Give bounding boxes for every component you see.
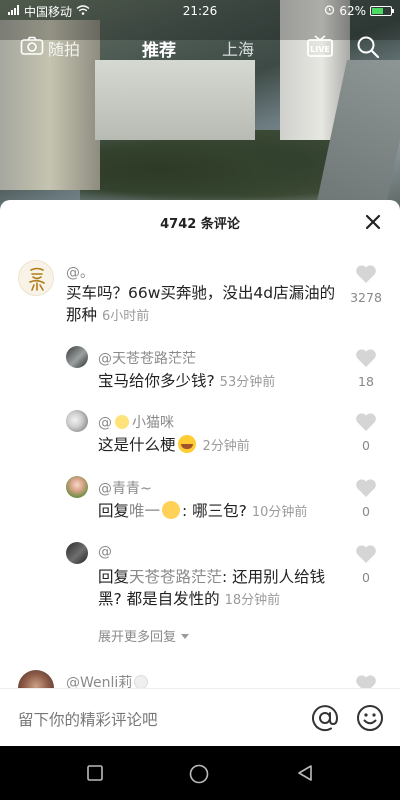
smile-icon [357,705,383,731]
rabbit-emoji-icon [134,675,149,689]
live-button[interactable]: LIVE [306,34,334,62]
like-button[interactable]: 0 [348,412,384,453]
tab-recommend[interactable]: 推荐 [142,36,176,61]
reply-username[interactable]: @ 小猫咪 [98,412,174,432]
comment-time: 6小时前 [101,309,150,324]
system-nav-bar [0,746,400,800]
like-button[interactable]: 18 [348,348,384,389]
video-building-center [95,60,255,140]
at-icon [312,705,339,732]
emoji-button[interactable] [356,704,384,736]
signal-icon [8,4,20,18]
reply-item[interactable]: @ 小猫咪 这是什么梗 2分钟前 0 [0,410,400,470]
heart-icon [356,349,376,367]
live-tv-icon: LIVE [307,35,333,57]
caret-down-icon [180,630,190,645]
reply-text: 宝马给你多少钱? 53分钟前 [98,370,348,394]
chick-emoji-icon [115,415,129,429]
reply-username[interactable]: @天苍苍路茫茫 [98,348,196,368]
live-label: LIVE [310,45,330,54]
avatar[interactable] [66,476,88,498]
reply-text: 回复天苍苍路茫茫: 还用别人给钱黑? 都是自发性的 18分钟前 [98,566,348,612]
reply-time: 18分钟前 [224,593,281,608]
reply-time: 2分钟前 [202,439,250,454]
comment-text: 买车吗？66w买奔驰，没出4d店漏油的那种 6小时前 [66,282,336,328]
tab-city[interactable]: 上海 [222,36,254,60]
reply-body: : 哪三包? [182,502,247,520]
camera-label: 随拍 [48,40,81,59]
reply-to-username[interactable]: 天苍苍路茫茫 [129,568,222,586]
like-button[interactable]: 0 [348,478,384,519]
reply-item[interactable]: @天苍苍路茫茫 宝马给你多少钱? 53分钟前 18 [0,346,400,406]
reply-username[interactable]: @青青~ [98,478,152,498]
heart-icon [356,265,376,283]
like-count: 0 [362,438,370,453]
back-button[interactable] [296,764,314,786]
recent-apps-button[interactable] [86,764,104,786]
battery-icon [370,6,394,16]
home-button[interactable] [189,764,209,788]
reply-text: 这是什么梗 2分钟前 [98,434,348,458]
reply-body: 宝马给你多少钱? [98,372,215,390]
avatar[interactable] [18,260,54,296]
expand-replies-label: 展开更多回复 [98,630,177,645]
like-button[interactable]: 0 [348,544,384,585]
avatar[interactable] [66,410,88,432]
carrier-label: 中国移动 [24,4,73,19]
reply-username[interactable]: @ [98,544,112,560]
status-bar: 中国移动 21:26 62% [0,0,400,22]
back-triangle-icon [298,765,312,781]
heart-icon [356,545,376,563]
calligraphy-avatar-icon [29,267,45,291]
comment-input[interactable]: 留下你的精彩评论吧 [18,708,158,730]
wifi-icon [76,4,90,18]
reply-body: 这是什么梗 [98,436,176,454]
reply-item[interactable]: @ 回复天苍苍路茫茫: 还用别人给钱黑? 都是自发性的 18分钟前 0 [0,542,400,622]
close-icon [365,214,381,230]
search-button[interactable] [356,35,380,63]
like-count: 18 [358,374,374,389]
reply-to-username[interactable]: 唯一 [129,502,160,520]
like-count: 0 [362,570,370,585]
alarm-icon [324,4,335,18]
search-icon [357,36,380,59]
camera-button[interactable]: 随拍 [20,36,80,60]
square-icon [87,765,103,781]
laughing-emoji-icon [177,435,196,453]
camera-icon [20,36,44,60]
mention-button[interactable] [311,704,339,736]
reply-prefix: 回复 [98,568,130,586]
like-count: 3278 [350,290,382,305]
expand-replies-button[interactable]: 展开更多回复 [98,626,190,645]
heart-icon [356,479,376,497]
like-button[interactable]: 3278 [348,264,384,305]
avatar[interactable] [66,346,88,368]
video-trees [80,130,340,210]
comment-item[interactable]: @。 买车吗？66w买奔驰，没出4d店漏油的那种 6小时前 3278 [0,260,400,350]
circle-icon [189,764,209,784]
battery-fill [372,8,384,14]
heart-icon [356,413,376,431]
reply-username-at: @ [98,415,112,431]
top-nav: 随拍 推荐 上海 LIVE [0,28,400,68]
reply-username-suffix: 小猫咪 [132,415,174,431]
close-button[interactable] [364,213,382,231]
comment-count-title: 4742 条评论 [160,216,240,232]
crying-emoji-icon [162,501,181,519]
reply-time: 10分钟前 [251,505,308,520]
comments-sheet: 4742 条评论 @。 买车吗？66w买奔驰，没出4d店漏油的那种 6小时前 3… [0,200,400,746]
comment-username[interactable]: @。 [66,262,94,282]
like-count: 0 [362,504,370,519]
comment-input-bar: 留下你的精彩评论吧 [0,688,400,746]
reply-item[interactable]: @青青~ 回复唯一 : 哪三包? 10分钟前 0 [0,476,400,536]
sheet-header: 4742 条评论 [0,200,400,244]
battery-percent: 62% [339,4,366,18]
reply-prefix: 回复 [98,502,130,520]
reply-text: 回复唯一 : 哪三包? 10分钟前 [98,500,348,524]
reply-time: 53分钟前 [219,375,276,390]
avatar[interactable] [66,542,88,564]
